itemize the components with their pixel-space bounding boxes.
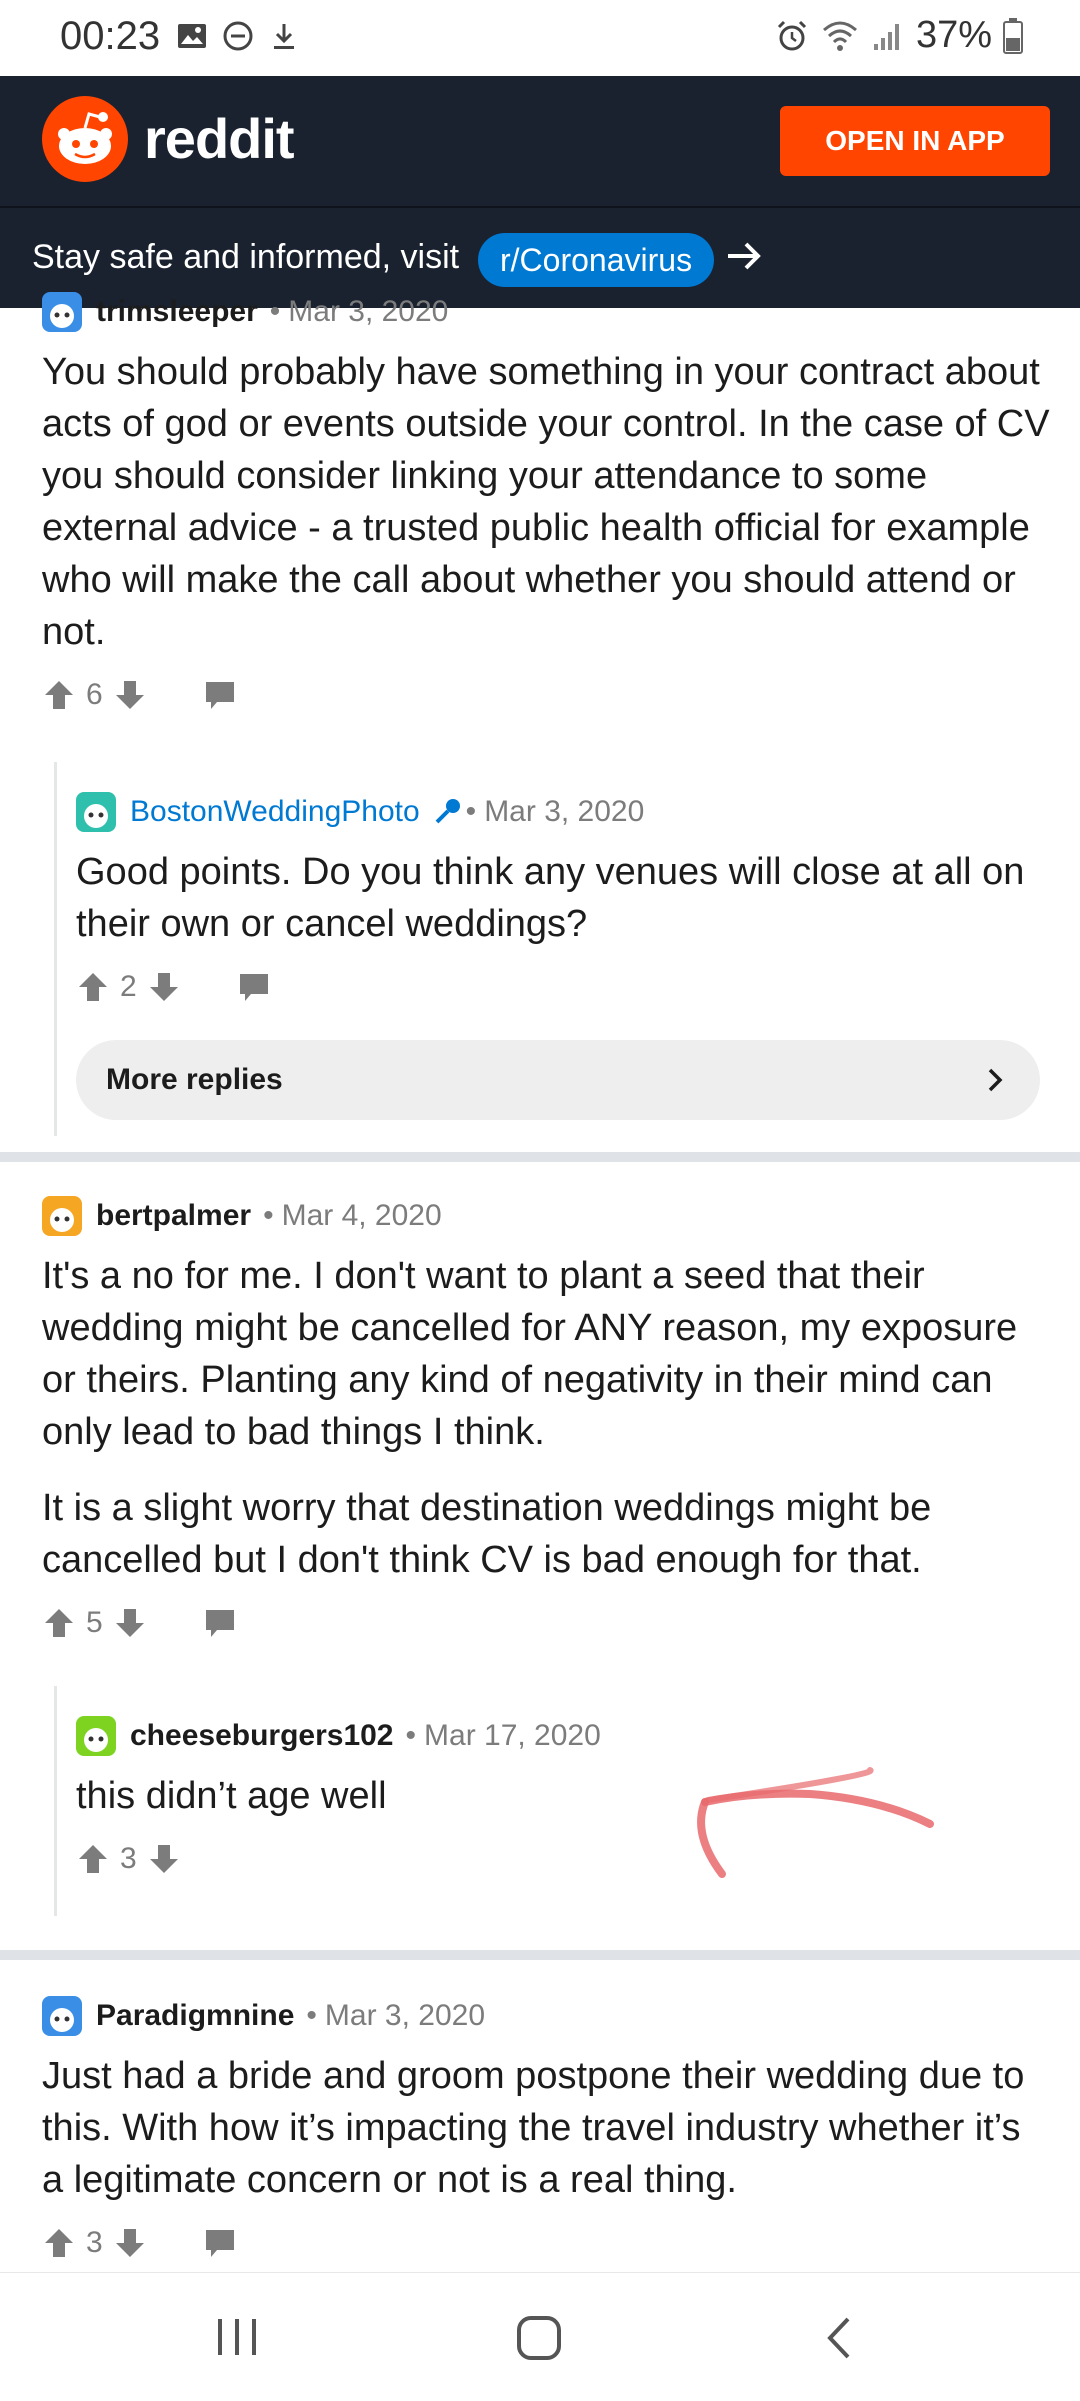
reply-icon[interactable]: [237, 970, 271, 1004]
upvote-icon[interactable]: [42, 1606, 76, 1640]
comment-date: Mar 3, 2020: [288, 295, 449, 328]
comment-date: Mar 4, 2020: [281, 1199, 442, 1232]
comment-reply: BostonWeddingPhoto • Mar 3, 2020 Good po…: [76, 792, 1036, 1004]
downvote-icon[interactable]: [113, 1606, 147, 1640]
comment-meta: bertpalmer • Mar 4, 2020: [42, 1196, 1042, 1236]
downvote-icon[interactable]: [113, 2226, 147, 2260]
reddit-logo-icon[interactable]: [42, 96, 128, 182]
comment: Paradigmnine • Mar 3, 2020 Just had a br…: [42, 1996, 1042, 2260]
system-nav-bar: [0, 2272, 1080, 2401]
comment-actions: 2: [76, 970, 1036, 1004]
comment-actions: 5: [42, 1606, 1042, 1640]
comment-body: Just had a bride and groom postpone thei…: [42, 2055, 1025, 2201]
battery-icon: [1003, 17, 1023, 54]
battery-percent: 37%: [915, 14, 992, 56]
downvote-icon[interactable]: [113, 678, 147, 712]
downvote-icon[interactable]: [147, 1842, 181, 1876]
comment: bertpalmer • Mar 4, 2020 It's a no for m…: [42, 1196, 1042, 1640]
arrow-right-icon[interactable]: [722, 234, 766, 278]
meta-separator: •: [306, 1999, 317, 2032]
chevron-right-icon: [988, 1068, 1003, 1092]
comment-paragraph: It is a slight worry that destination we…: [42, 1487, 932, 1581]
comment-date: Mar 3, 2020: [484, 795, 645, 828]
app-header: reddit OPEN IN APP: [0, 76, 1080, 206]
back-icon[interactable]: [820, 2313, 860, 2363]
comment-username[interactable]: cheeseburgers102: [130, 1719, 394, 1753]
vote-score: 3: [120, 1842, 137, 1875]
status-time: 00:23: [60, 14, 161, 58]
wifi-icon: [822, 21, 857, 51]
status-system-icons: 37%: [774, 14, 1024, 57]
home-icon[interactable]: [514, 2313, 564, 2363]
microphone-icon: [435, 799, 460, 824]
upvote-icon[interactable]: [76, 970, 110, 1004]
comment-body: You should probably have something in yo…: [42, 351, 1050, 653]
meta-separator: •: [263, 1199, 274, 1232]
comment-meta: BostonWeddingPhoto • Mar 3, 2020: [76, 792, 1036, 832]
vote-score: 2: [120, 970, 137, 1003]
comment-username[interactable]: bertpalmer: [96, 1199, 251, 1233]
comment-date: Mar 17, 2020: [424, 1719, 601, 1752]
meta-separator: •: [465, 795, 477, 828]
comment-meta: cheeseburgers102 • Mar 17, 2020: [76, 1716, 1036, 1756]
comment-actions: 3: [42, 2226, 1042, 2260]
reply-icon[interactable]: [203, 2226, 237, 2260]
reply-icon[interactable]: [203, 1606, 237, 1640]
recent-apps-icon[interactable]: [212, 2315, 262, 2359]
more-replies-button[interactable]: More replies: [76, 1040, 1040, 1120]
reddit-wordmark[interactable]: reddit: [144, 106, 295, 171]
comment: trimsleeper • Mar 3, 2020 You should pro…: [42, 292, 1050, 712]
avatar[interactable]: [42, 1996, 82, 2036]
vote-score: 6: [86, 678, 103, 711]
downvote-icon[interactable]: [147, 970, 181, 1004]
meta-separator: •: [405, 1719, 417, 1752]
upvote-icon[interactable]: [42, 678, 76, 712]
comment-actions: 6: [42, 678, 1042, 712]
status-notification-icons: [176, 20, 300, 52]
avatar[interactable]: [42, 1196, 82, 1236]
comment-divider: [0, 1950, 1080, 1960]
download-icon: [274, 24, 294, 49]
upvote-icon[interactable]: [42, 2226, 76, 2260]
avatar[interactable]: [76, 1716, 116, 1756]
vote-score: 5: [86, 1606, 103, 1639]
comment-divider: [0, 1152, 1080, 1162]
upvote-icon[interactable]: [76, 1842, 110, 1876]
meta-separator: •: [269, 295, 281, 328]
comment-body: Good points. Do you think any venues wil…: [76, 851, 1025, 945]
comment-username[interactable]: Paradigmnine: [96, 1999, 294, 2033]
open-in-app-button[interactable]: OPEN IN APP: [780, 106, 1050, 176]
comment-meta: trimsleeper • Mar 3, 2020: [42, 292, 1042, 332]
comment-date: Mar 3, 2020: [324, 1999, 485, 2032]
comment-username[interactable]: trimsleeper: [96, 295, 258, 329]
do-not-disturb-icon: [223, 21, 253, 51]
reply-icon[interactable]: [203, 678, 237, 712]
comment-paragraph: It's a no for me. I don't want to plant …: [42, 1255, 1018, 1453]
vote-score: 3: [86, 2226, 103, 2259]
avatar[interactable]: [42, 292, 82, 332]
avatar[interactable]: [76, 792, 116, 832]
thread-line: [54, 1686, 57, 1916]
subreddit-link[interactable]: r/Coronavirus: [478, 233, 715, 287]
red-arrow-annotation: [697, 1767, 934, 1878]
alarm-icon: [777, 20, 806, 50]
thread-line: [54, 762, 57, 1136]
comment-meta: Paradigmnine • Mar 3, 2020: [42, 1996, 1042, 2036]
status-bar: 00:23 37%: [0, 0, 1080, 76]
gallery-icon: [178, 24, 206, 48]
more-replies-label: More replies: [106, 1063, 283, 1096]
comment-username[interactable]: BostonWeddingPhoto: [130, 795, 420, 829]
signal-icon: [873, 23, 899, 50]
banner-text: Stay safe and informed, visit: [32, 238, 460, 276]
